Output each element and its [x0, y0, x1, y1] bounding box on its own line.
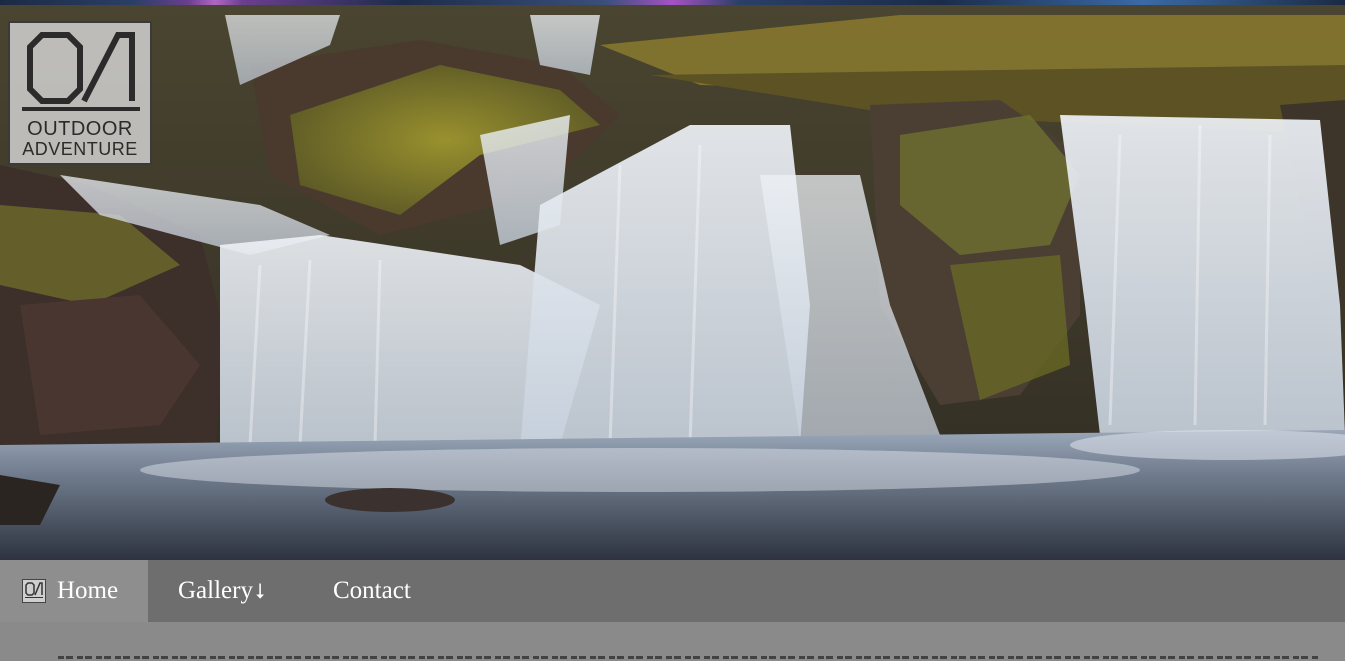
- nav-home-label: Home: [57, 577, 119, 604]
- intro-text-cutoff: [58, 653, 1318, 661]
- nav-gallery[interactable]: Gallery ⭣: [178, 560, 265, 622]
- logo-text-adventure: ADVENTURE: [22, 139, 138, 159]
- nav-contact-label: Contact: [333, 577, 411, 604]
- page-content: [0, 622, 1345, 661]
- main-navigation: Home Gallery ⭣ Contact: [0, 560, 1345, 622]
- logo-icon: [22, 579, 46, 603]
- nav-gallery-label: Gallery: [178, 577, 253, 604]
- nav-contact[interactable]: Contact: [333, 560, 411, 622]
- down-arrow-icon: ⭣: [254, 578, 265, 603]
- hero-image: OUTDOOR ADVENTURE: [0, 5, 1345, 560]
- logo-icon: [22, 32, 140, 111]
- logo-text-outdoor: OUTDOOR: [27, 118, 133, 140]
- brand-logo[interactable]: OUTDOOR ADVENTURE: [8, 21, 152, 165]
- nav-home[interactable]: Home: [0, 560, 148, 622]
